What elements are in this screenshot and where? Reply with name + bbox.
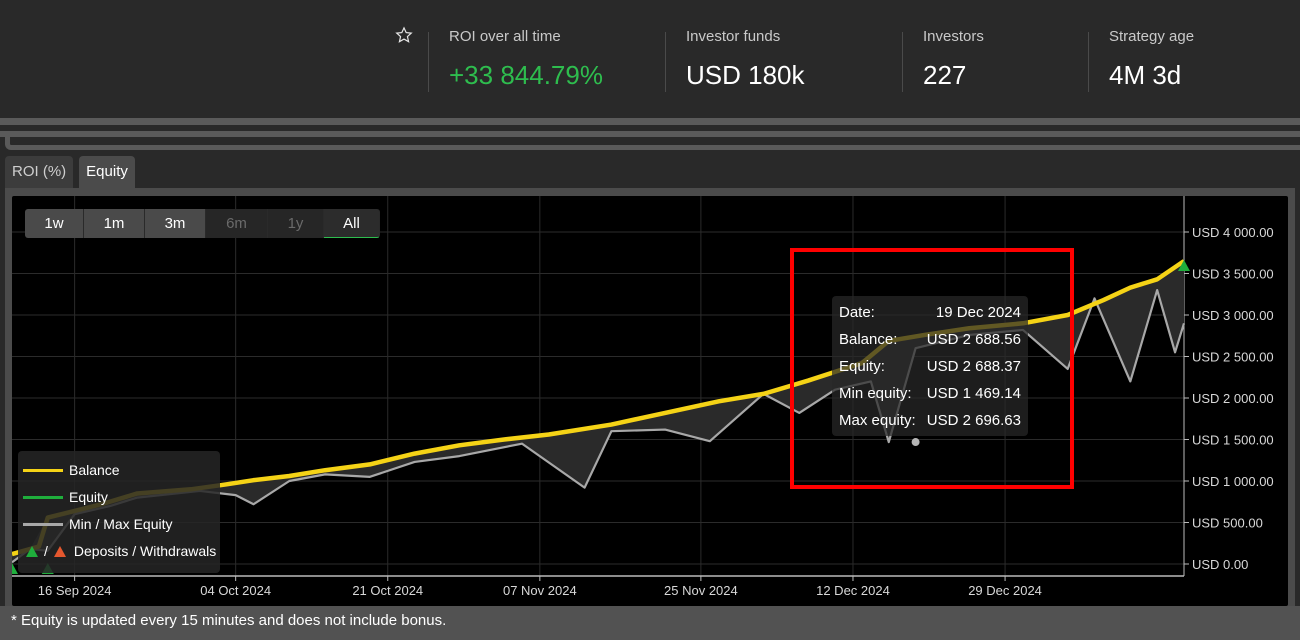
stat-roi-label: ROI over all time	[449, 28, 561, 45]
equity-swatch	[23, 495, 63, 499]
y-tick-label: USD 2 000.00	[1192, 391, 1274, 406]
tooltip-max-label: Max equity:	[839, 412, 916, 429]
legend-separator: /	[44, 543, 48, 559]
tooltip-balance-label: Balance:	[839, 331, 898, 348]
minmax-swatch	[23, 522, 63, 526]
chart-tabs: ROI (%) Equity	[5, 156, 135, 188]
tooltip-equity-row: Equity: USD 2 688.37	[839, 358, 1021, 376]
y-tick-label: USD 3 000.00	[1192, 308, 1274, 323]
range-6m-button: 6m	[206, 209, 268, 238]
panel-edge	[1288, 188, 1295, 606]
tooltip-max-row: Max equity: USD 2 696.63	[839, 412, 1021, 430]
range-1m-button[interactable]: 1m	[84, 209, 145, 238]
favorite-star-icon[interactable]	[395, 26, 413, 44]
legend-item-minmax[interactable]: Min / Max Equity	[18, 515, 172, 533]
deposit-triangle-icon	[26, 545, 38, 557]
legend-item-equity[interactable]: Equity	[18, 488, 108, 506]
stat-strategy-age: Strategy age 4M 3d	[1088, 28, 1194, 92]
legend-item-balance[interactable]: Balance	[18, 461, 120, 479]
stat-investors: Investors 227	[902, 28, 984, 92]
legend-balance-label: Balance	[69, 462, 120, 478]
y-tick-label: USD 0.00	[1192, 557, 1248, 572]
stat-investors-value: 227	[923, 60, 967, 90]
hover-point	[911, 438, 920, 447]
range-selector: 1w 1m 3m 6m 1y All	[25, 209, 380, 238]
stat-investor-funds-label: Investor funds	[686, 28, 781, 45]
tooltip-date-row: Date: 19 Dec 2024	[839, 304, 1021, 322]
range-1y-button: 1y	[268, 209, 324, 238]
tooltip-min-value: USD 1 469.14	[926, 385, 1021, 402]
range-all-button[interactable]: All	[324, 209, 380, 238]
withdrawal-triangle-icon	[53, 545, 66, 557]
range-3m-button[interactable]: 3m	[145, 209, 206, 238]
y-tick-label: USD 1 000.00	[1192, 474, 1274, 489]
tab-roi[interactable]: ROI (%)	[5, 156, 74, 188]
balance-swatch	[23, 468, 63, 472]
tooltip-equity-value: USD 2 688.37	[926, 358, 1021, 375]
x-tick-label: 12 Dec 2024	[816, 583, 890, 598]
chart-tooltip: Date: 19 Dec 2024 Balance: USD 2 688.56 Eq…	[832, 296, 1028, 436]
x-tick-label: 29 Dec 2024	[968, 583, 1042, 598]
tooltip-min-row: Min equity: USD 1 469.14	[839, 385, 1021, 403]
stat-roi: ROI over all time +33 844.79%	[428, 28, 603, 92]
equity-footnote: * Equity is updated every 15 minutes and…	[11, 612, 447, 629]
strategy-header: ROI over all time +33 844.79% Investor f…	[0, 0, 1300, 118]
x-tick-label: 16 Sep 2024	[38, 583, 112, 598]
x-tick-label: 25 Nov 2024	[664, 583, 738, 598]
collapsed-panel	[5, 137, 1300, 150]
tab-equity[interactable]: Equity	[79, 156, 135, 188]
y-tick-label: USD 3 500.00	[1192, 267, 1274, 282]
y-tick-label: USD 4 000.00	[1192, 225, 1274, 240]
divider	[0, 118, 1300, 125]
y-tick-label: USD 2 500.00	[1192, 350, 1274, 365]
legend-deposits-label: Deposits / Withdrawals	[73, 543, 217, 559]
stat-roi-value: +33 844.79%	[449, 60, 603, 90]
legend-minmax-label: Min / Max Equity	[69, 516, 173, 532]
x-tick-label: 21 Oct 2024	[352, 583, 423, 598]
tooltip-balance-row: Balance: USD 2 688.56	[839, 331, 1021, 349]
range-1w-button[interactable]: 1w	[25, 209, 84, 238]
legend-equity-label: Equity	[69, 489, 108, 505]
tooltip-min-label: Min equity:	[839, 385, 912, 402]
stat-investor-funds: Investor funds USD 180k	[665, 28, 805, 92]
y-tick-label: USD 1 500.00	[1192, 433, 1274, 448]
y-tick-label: USD 500.00	[1192, 516, 1263, 531]
stat-strategy-age-label: Strategy age	[1109, 28, 1195, 45]
tooltip-equity-label: Equity:	[839, 358, 885, 375]
legend-item-deposits[interactable]: / Deposits / Withdrawals	[18, 542, 216, 560]
tooltip-balance-value: USD 2 688.56	[926, 331, 1021, 348]
stat-investors-label: Investors	[923, 28, 984, 45]
tooltip-max-value: USD 2 696.63	[926, 412, 1021, 429]
stat-strategy-age-value: 4M 3d	[1109, 60, 1182, 90]
x-tick-label: 04 Oct 2024	[200, 583, 271, 598]
tooltip-date-value: 19 Dec 2024	[935, 304, 1021, 321]
stat-investor-funds-value: USD 180k	[686, 60, 805, 90]
tooltip-date-label: Date:	[839, 304, 875, 321]
chart-legend: Balance Equity Min / Max Equity / Deposi…	[18, 451, 220, 573]
x-tick-label: 07 Nov 2024	[503, 583, 577, 598]
